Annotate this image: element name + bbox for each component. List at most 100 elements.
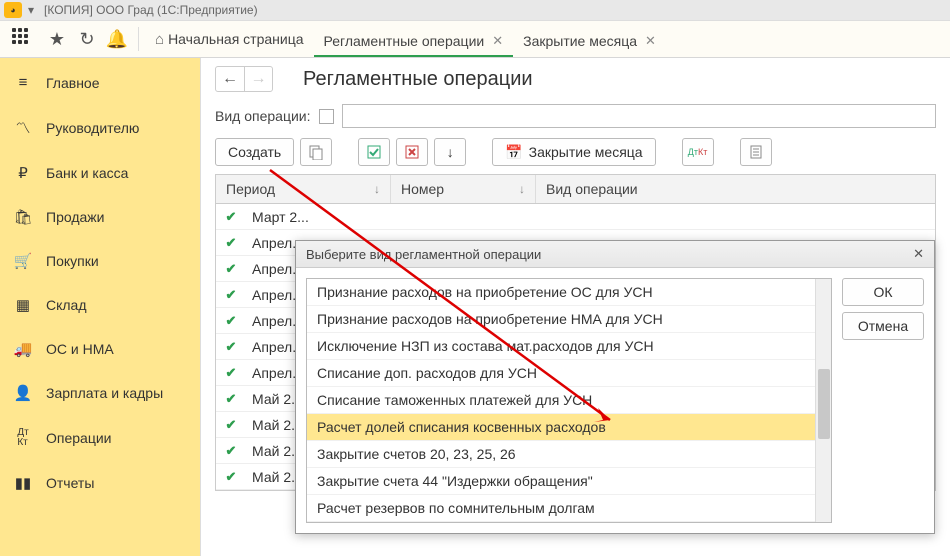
sidebar-item-purchases[interactable]: 🛒 Покупки <box>0 239 200 283</box>
check-icon: ✔ <box>216 287 246 303</box>
check-icon: ✔ <box>216 443 246 459</box>
dropdown-icon[interactable]: ▾ <box>24 2 38 18</box>
history-icon[interactable]: ↻ <box>72 24 102 54</box>
sidebar-item-operations[interactable]: ДтКт Операции <box>0 415 200 461</box>
dialog-titlebar: Выберите вид регламентной операции ✕ <box>296 241 934 268</box>
check-icon: ✔ <box>216 339 246 355</box>
check-icon: ✔ <box>216 391 246 407</box>
nav-forward-button[interactable]: → <box>244 67 272 91</box>
filter-checkbox[interactable] <box>319 109 334 124</box>
nav-back-button[interactable]: ← <box>216 67 244 91</box>
report-button[interactable] <box>740 138 772 166</box>
trend-icon: 〽 <box>14 117 32 138</box>
list-item[interactable]: Списание доп. расходов для УСН <box>307 360 831 387</box>
dtkt-icon: ДтКт <box>14 428 32 448</box>
sidebar-item-reports[interactable]: ▮▮ Отчеты <box>0 461 200 505</box>
copy-button[interactable] <box>300 138 332 166</box>
table-row[interactable]: ✔Март 2... <box>216 204 935 230</box>
boxes-icon: ▦ <box>14 296 32 314</box>
tab-close-month[interactable]: Закрытие месяца ✕ <box>513 25 666 57</box>
sidebar: ≡ Главное 〽 Руководителю ₽ Банк и касса 🛍 Пр… <box>0 58 200 556</box>
close-icon[interactable]: ✕ <box>645 33 656 49</box>
sidebar-item-label: ОС и НМА <box>46 341 114 357</box>
list-item[interactable]: Признание расходов на приобретение НМА д… <box>307 306 831 333</box>
menu-icon: ≡ <box>14 74 32 91</box>
list-item[interactable]: Признание расходов на приобретение ОС дл… <box>307 279 831 306</box>
check-icon: ✔ <box>216 313 246 329</box>
filter-row: Вид операции: <box>215 104 936 128</box>
ruble-icon: ₽ <box>14 164 32 182</box>
sidebar-item-label: Руководителю <box>46 120 139 136</box>
sidebar-item-label: Операции <box>46 430 112 446</box>
page-title: Регламентные операции <box>303 68 533 91</box>
col-number[interactable]: Номер ↓ <box>391 175 536 203</box>
create-button[interactable]: Создать <box>215 138 294 166</box>
cancel-button[interactable]: Отмена <box>842 312 924 340</box>
list-item[interactable]: Закрытие счета 44 "Издержки обращения" <box>307 468 831 495</box>
star-icon[interactable]: ★ <box>42 24 72 54</box>
sidebar-item-label: Склад <box>46 297 87 313</box>
col-label: Номер <box>401 181 444 197</box>
sidebar-item-sales[interactable]: 🛍 Продажи <box>0 195 200 239</box>
sidebar-item-label: Продажи <box>46 209 104 225</box>
scrollbar[interactable] <box>815 279 831 522</box>
sidebar-item-warehouse[interactable]: ▦ Склад <box>0 283 200 327</box>
check-icon: ✔ <box>216 365 246 381</box>
sidebar-item-label: Банк и касса <box>46 165 128 181</box>
sidebar-item-label: Зарплата и кадры <box>46 385 163 401</box>
top-toolbar: ★ ↻ 🔔 ⌂ Начальная страница Регламентные … <box>0 20 950 58</box>
col-period[interactable]: Период↓ <box>216 175 391 203</box>
apps-icon[interactable] <box>12 28 34 50</box>
separator <box>138 27 139 51</box>
move-down-button[interactable]: ↓ <box>434 138 466 166</box>
sidebar-item-main[interactable]: ≡ Главное <box>0 64 200 104</box>
nav-arrows: ← → <box>215 66 273 92</box>
home-icon[interactable]: ⌂ <box>155 31 164 48</box>
cell-period: Март 2... <box>246 209 315 225</box>
post-button[interactable] <box>358 138 390 166</box>
check-icon: ✔ <box>216 261 246 277</box>
operation-listbox[interactable]: Признание расходов на приобретение ОС дл… <box>306 278 832 523</box>
home-tab[interactable]: Начальная страница <box>168 31 303 47</box>
sidebar-item-label: Отчеты <box>46 475 94 491</box>
action-toolbar: Создать ↓ 📅Закрытие месяца ДтКт <box>215 138 936 166</box>
bell-icon[interactable]: 🔔 <box>102 24 132 54</box>
check-icon: ✔ <box>216 417 246 433</box>
list-item[interactable]: Списание таможенных платежей для УСН <box>307 387 831 414</box>
tab-bar: Регламентные операции ✕ Закрытие месяца … <box>314 21 666 57</box>
list-item[interactable]: Исключение НЗП из состава мат.расходов д… <box>307 333 831 360</box>
grid-header: Период↓ Номер ↓ Вид операции <box>216 175 935 204</box>
dtkt-button[interactable]: ДтКт <box>682 138 714 166</box>
cart-icon: 🛒 <box>14 252 32 270</box>
check-icon: ✔ <box>216 469 246 485</box>
sort-icon: ↓ <box>374 182 380 196</box>
ok-button[interactable]: ОК <box>842 278 924 306</box>
close-month-button[interactable]: 📅Закрытие месяца <box>492 138 655 166</box>
check-icon: ✔ <box>216 235 246 251</box>
scroll-thumb[interactable] <box>818 369 830 439</box>
window-title: [КОПИЯ] ООО Град (1С:Предприятие) <box>44 3 258 17</box>
close-icon[interactable]: ✕ <box>492 33 503 49</box>
sidebar-item-label: Покупки <box>46 253 99 269</box>
dialog-title: Выберите вид регламентной операции <box>306 247 541 262</box>
list-item[interactable]: Расчет долей списания косвенных расходов <box>307 414 831 441</box>
sort-icon: ↓ <box>519 182 525 196</box>
list-item[interactable]: Закрытие счетов 20, 23, 25, 26 <box>307 441 831 468</box>
tab-reglament-ops[interactable]: Регламентные операции ✕ <box>314 25 514 57</box>
bars-icon: ▮▮ <box>14 474 32 492</box>
sidebar-item-payroll[interactable]: 👤 Зарплата и кадры <box>0 371 200 415</box>
unpost-button[interactable] <box>396 138 428 166</box>
app-menu-icon[interactable]: ◕ <box>4 2 22 18</box>
close-icon[interactable]: ✕ <box>913 246 924 262</box>
sidebar-item-assets[interactable]: 🚚ОС и НМА <box>0 327 200 371</box>
col-label: Вид операции <box>546 181 638 197</box>
person-icon: 👤 <box>14 384 32 402</box>
filter-input[interactable] <box>342 104 937 128</box>
sidebar-item-label: Главное <box>46 75 100 91</box>
list-item[interactable]: Расчет резервов по сомнительным долгам <box>307 495 831 522</box>
sidebar-item-bank[interactable]: ₽ Банк и касса <box>0 151 200 195</box>
sidebar-item-manager[interactable]: 〽 Руководителю <box>0 104 200 151</box>
col-optype[interactable]: Вид операции <box>536 175 935 203</box>
tab-label: Регламентные операции <box>324 33 485 49</box>
bag-icon: 🛍 <box>14 208 32 226</box>
